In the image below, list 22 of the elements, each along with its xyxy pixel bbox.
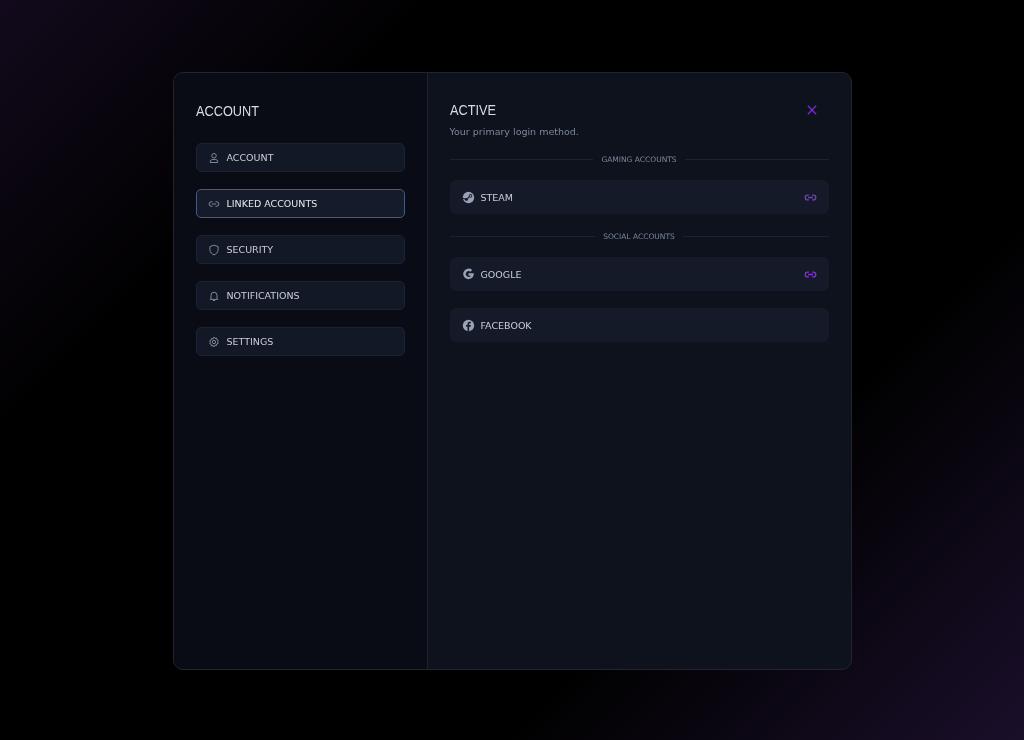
sidebar-item[interactable]: NOTIFICATIONS [195, 281, 405, 310]
sidebar-title: ACCOUNT [195, 102, 259, 119]
sidebar-item[interactable]: ACCOUNT [195, 143, 405, 172]
steam-icon [461, 190, 475, 204]
account-name: GOOGLE [480, 268, 523, 280]
account-row[interactable]: STEAM [449, 180, 829, 214]
account-name: STEAM [480, 191, 515, 203]
section-subtitle: Your primary login method. [449, 126, 580, 137]
sidebar-item[interactable]: SECURITY [195, 235, 405, 264]
bell-icon [207, 289, 220, 302]
close-icon[interactable] [806, 104, 817, 115]
facebook-icon [461, 318, 475, 332]
account-row[interactable]: GOOGLE [449, 257, 829, 291]
sidebar-item[interactable]: LINKED ACCOUNTS [195, 189, 405, 218]
section-title: ACTIVE [449, 101, 496, 118]
google-icon [461, 267, 475, 281]
sidebar-item[interactable]: SETTINGS [195, 327, 405, 356]
shield-icon [207, 243, 220, 256]
account-row[interactable]: FACEBOOK [449, 308, 829, 342]
settings-icon [207, 335, 220, 348]
account-name: FACEBOOK [480, 319, 533, 331]
user-icon [207, 151, 220, 164]
